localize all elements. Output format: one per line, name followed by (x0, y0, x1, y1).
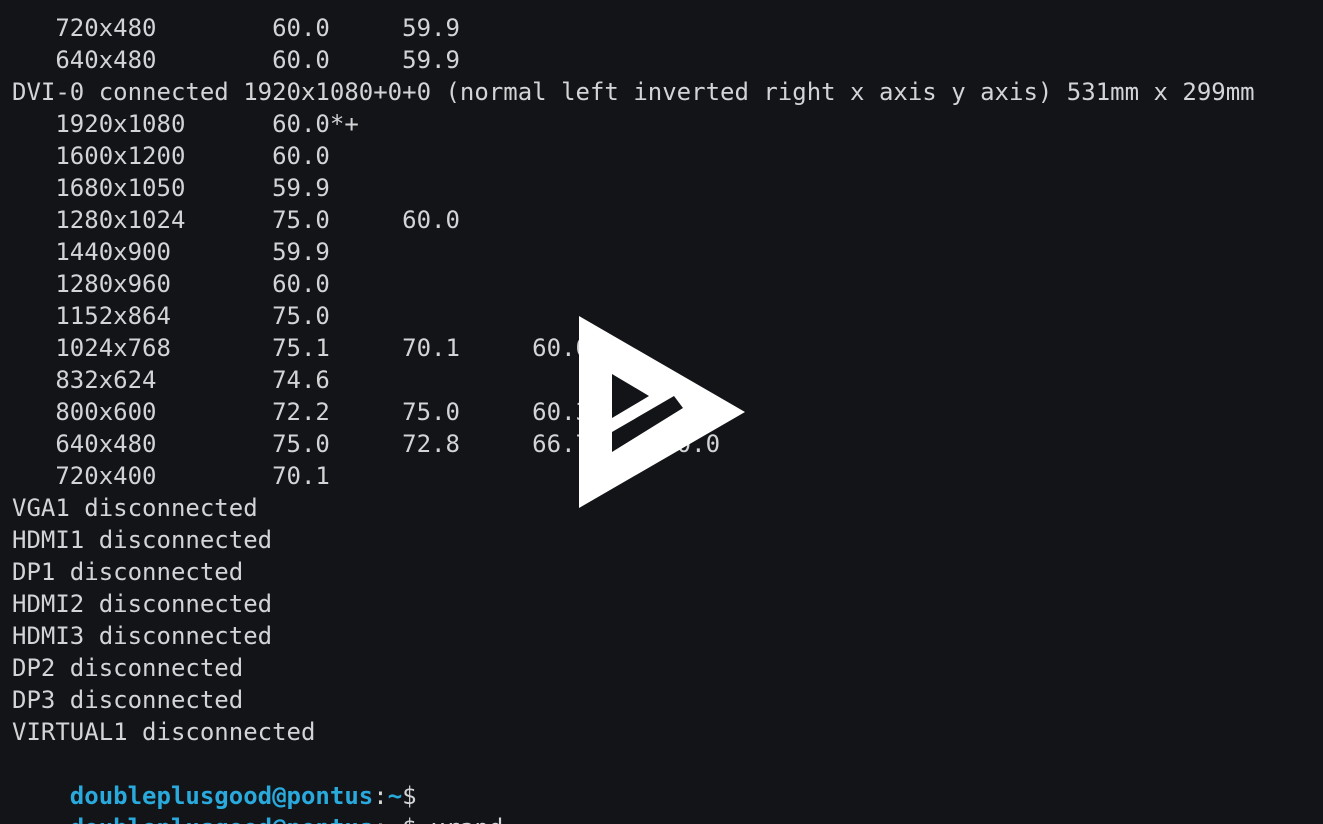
prompt-symbol: $ (402, 782, 417, 810)
output-line: 1280x1024 75.0 60.0 (12, 206, 489, 234)
output-line: DP3 disconnected (12, 686, 244, 714)
output-line: 1680x1050 59.9 (12, 174, 359, 202)
output-line: HDMI2 disconnected (12, 590, 273, 618)
prompt-path: ~ (387, 782, 403, 810)
output-line: DP1 disconnected (12, 558, 244, 586)
play-icon (579, 316, 745, 508)
asciinema-play-icon[interactable] (579, 316, 747, 508)
prompt-command[interactable]: xrand (417, 814, 503, 824)
prompt-separator: : (373, 814, 387, 824)
prompt-user-host: doubleplusgood@pontus (69, 782, 374, 810)
output-line: 1920x1080 60.0*+ (12, 110, 359, 138)
terminal-window[interactable]: 720x480 60.0 59.9 640x480 60.0 59.9 DVI-… (0, 0, 1323, 824)
output-line: 1600x1200 60.0 (12, 142, 359, 170)
prompt-path: ~ (388, 814, 402, 824)
output-line: 720x480 60.0 59.9 (12, 14, 489, 42)
output-line: HDMI1 disconnected (12, 526, 273, 554)
output-line: DP2 disconnected (12, 654, 244, 682)
output-line: 1440x900 59.9 (12, 238, 359, 266)
output-line: DVI-0 connected 1920x1080+0+0 (normal le… (12, 78, 1255, 106)
output-line: 640x480 60.0 59.9 (12, 46, 489, 74)
output-line: 1280x960 60.0 (12, 270, 359, 298)
output-line: VIRTUAL1 disconnected (12, 718, 316, 746)
prompt-line: doubleplusgood@pontus:~$ (12, 748, 1323, 810)
prompt-symbol: $ (402, 814, 416, 824)
output-line: HDMI3 disconnected (12, 622, 273, 650)
prompt-user-host: doubleplusgood@pontus (70, 814, 373, 824)
prompt-separator: : (373, 782, 388, 810)
